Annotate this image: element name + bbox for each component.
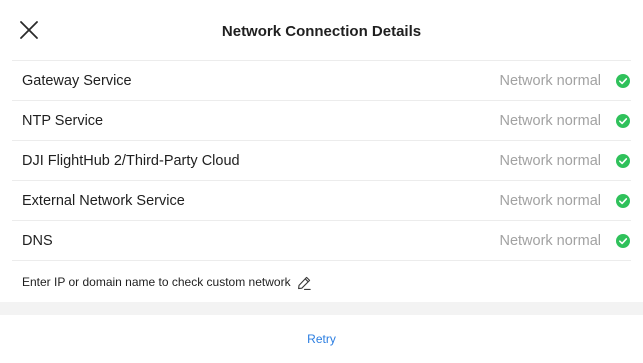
row-divider [12, 260, 631, 261]
edit-pencil-icon[interactable] [296, 275, 312, 291]
check-label: External Network Service [22, 193, 185, 209]
check-row-gateway: Gateway Service Network normal [0, 61, 643, 101]
check-label: DJI FlightHub 2/Third-Party Cloud [22, 153, 240, 169]
check-row-ntp: NTP Service Network normal [0, 101, 643, 141]
check-circle-icon [616, 234, 630, 248]
check-status: Network normal [499, 73, 601, 89]
check-circle-icon [616, 74, 630, 88]
check-row-cloud: DJI FlightHub 2/Third-Party Cloud Networ… [0, 141, 643, 181]
check-row-external: External Network Service Network normal [0, 181, 643, 221]
check-status: Network normal [499, 233, 601, 249]
check-status: Network normal [499, 193, 601, 209]
check-status: Network normal [499, 113, 601, 129]
check-list: Gateway Service Network normal NTP Servi… [0, 61, 643, 261]
dialog-header: Network Connection Details [0, 0, 643, 62]
dialog-title: Network Connection Details [221, 23, 422, 40]
section-separator [0, 302, 643, 315]
check-circle-icon [616, 114, 630, 128]
check-circle-icon [616, 154, 630, 168]
check-label: Gateway Service [22, 73, 132, 89]
network-details-dialog: Network Connection Details Gateway Servi… [0, 0, 643, 351]
custom-network-text: Enter IP or domain name to check custom … [22, 275, 291, 289]
retry-button[interactable]: Retry [0, 315, 643, 351]
check-status: Network normal [499, 153, 601, 169]
check-circle-icon [616, 194, 630, 208]
check-label: NTP Service [22, 113, 104, 129]
check-row-dns: DNS Network normal [0, 221, 643, 261]
custom-network-row[interactable]: Enter IP or domain name to check custom … [0, 262, 643, 302]
dialog-footer: Retry [0, 315, 643, 351]
check-label: DNS [22, 233, 53, 249]
